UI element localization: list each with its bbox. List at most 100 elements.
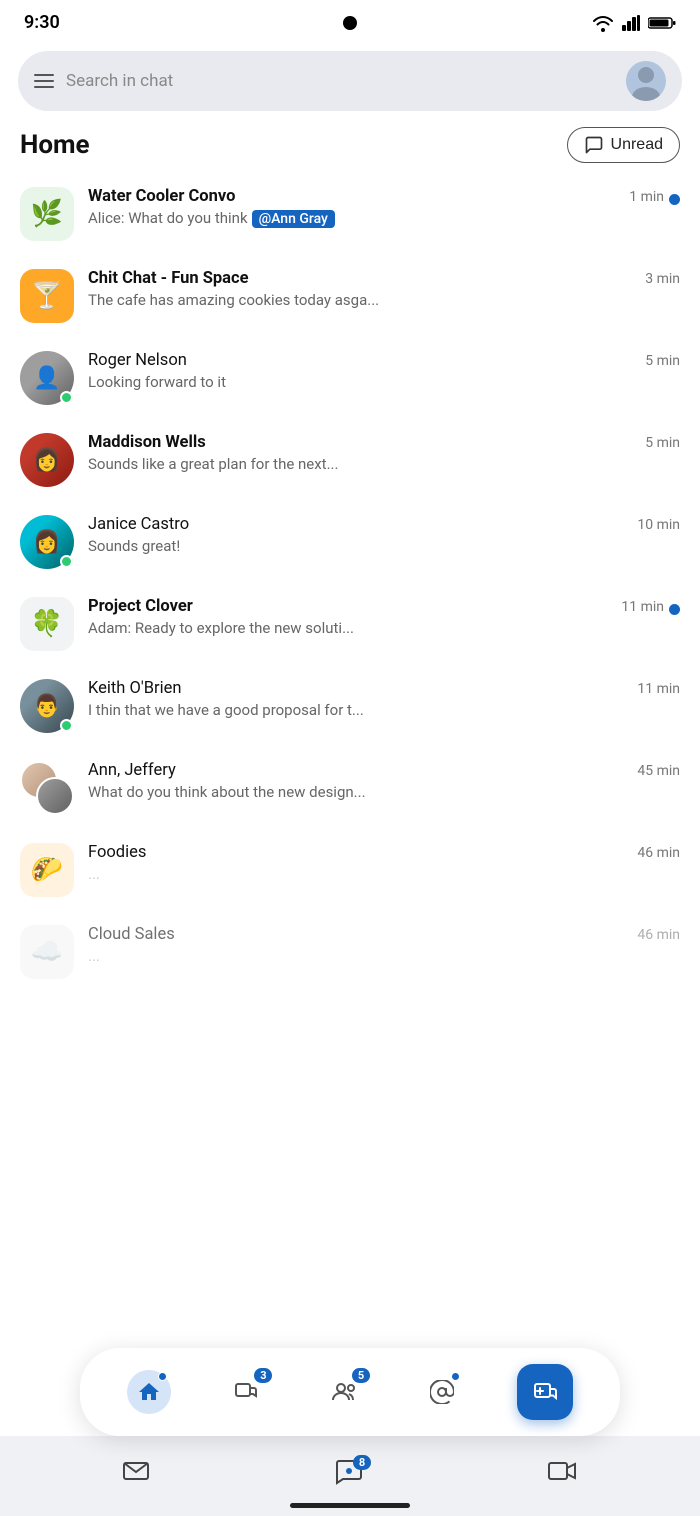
chat-time-project-clover: 11 min	[621, 599, 664, 615]
page-header: Home Unread	[0, 121, 700, 173]
chat-avatar-water-cooler: 🌿	[20, 187, 74, 241]
search-placeholder: Search in chat	[66, 71, 614, 91]
chat-avatar-janice: 👩	[20, 515, 74, 569]
chat-name-water-cooler: Water Cooler Convo	[88, 187, 235, 206]
chat-preview-foodies: ...	[88, 865, 680, 883]
chat-time-roger: 5 min	[645, 353, 680, 369]
nav-fab[interactable]	[505, 1358, 585, 1426]
chat-preview-ann-jeffery: What do you think about the new design..…	[88, 783, 680, 801]
user-avatar[interactable]	[626, 61, 666, 101]
chat-preview-project-clover: Adam: Ready to explore the new soluti...	[88, 619, 680, 637]
chat-content-roger: Roger Nelson 5 min Looking forward to it	[88, 351, 680, 391]
chat-time-ann-jeffery: 45 min	[637, 763, 680, 779]
chat-time-maddison: 5 min	[645, 435, 680, 451]
status-time: 9:30	[24, 12, 60, 33]
unread-chat-icon	[584, 135, 604, 155]
chat-item-janice[interactable]: 👩 Janice Castro 10 min Sounds great!	[0, 501, 700, 583]
chat-content-chit-chat: Chit Chat - Fun Space 3 min The cafe has…	[88, 269, 680, 309]
chat-list: 🌿 Water Cooler Convo 1 min Alice: What d…	[0, 173, 700, 993]
chat-item-keith[interactable]: 👨 Keith O'Brien 11 min I thin that we ha…	[0, 665, 700, 747]
chat-preview-maddison: Sounds like a great plan for the next...	[88, 455, 680, 473]
chat-item-foodies[interactable]: 🌮 Foodies 46 min ...	[0, 829, 700, 911]
mentions-nav-dot	[451, 1372, 460, 1381]
battery-icon	[648, 16, 676, 30]
online-dot-roger	[60, 391, 73, 404]
home-icon	[137, 1380, 161, 1404]
search-bar-container: Search in chat	[0, 41, 700, 121]
chat-item-cloud-sales[interactable]: ☁️ Cloud Sales 46 min ...	[0, 911, 700, 993]
chat-content-keith: Keith O'Brien 11 min I thin that we have…	[88, 679, 680, 719]
chat-time-cloud-sales: 46 min	[637, 927, 680, 943]
chat-name-project-clover: Project Clover	[88, 597, 193, 616]
chat-content-janice: Janice Castro 10 min Sounds great!	[88, 515, 680, 555]
chat-content-ann-jeffery: Ann, Jeffery 45 min What do you think ab…	[88, 761, 680, 801]
nav-item-mentions[interactable]	[408, 1364, 476, 1420]
new-chat-icon	[532, 1379, 558, 1405]
bottom-bar-mail[interactable]	[122, 1459, 150, 1483]
chat-preview-cloud-sales: ...	[88, 947, 680, 965]
chat-time-water-cooler: 1 min	[629, 189, 664, 205]
hamburger-icon[interactable]	[34, 74, 54, 88]
mail-icon	[122, 1459, 150, 1483]
video-icon	[548, 1460, 578, 1482]
chat-preview-keith: I thin that we have a good proposal for …	[88, 701, 680, 719]
online-dot-janice	[60, 555, 73, 568]
unread-button[interactable]: Unread	[567, 127, 680, 163]
unread-dot-water-cooler	[669, 194, 680, 205]
chat-content-water-cooler: Water Cooler Convo 1 min Alice: What do …	[88, 187, 680, 228]
bottom-bar-video[interactable]	[548, 1460, 578, 1482]
chat-name-janice: Janice Castro	[88, 515, 189, 534]
home-indicator	[290, 1503, 410, 1508]
chat-content-cloud-sales: Cloud Sales 46 min ...	[88, 925, 680, 965]
signal-icon	[622, 15, 640, 31]
chat-content-maddison: Maddison Wells 5 min Sounds like a great…	[88, 433, 680, 473]
camera-dot	[343, 16, 357, 30]
teams-nav-badge: 5	[352, 1368, 370, 1383]
chat-name-ann-jeffery: Ann, Jeffery	[88, 761, 176, 780]
status-bar: 9:30	[0, 0, 700, 41]
float-nav: 3 5	[80, 1348, 620, 1436]
bottom-bar-chat[interactable]: 8	[335, 1457, 363, 1485]
wifi-icon	[592, 14, 614, 32]
unread-label: Unread	[611, 136, 663, 154]
chat-preview-janice: Sounds great!	[88, 537, 680, 555]
chat-avatar-chit-chat: 🍸	[20, 269, 74, 323]
chat-avatar-maddison: 👩	[20, 433, 74, 487]
chat-preview-roger: Looking forward to it	[88, 373, 680, 391]
chat-item-project-clover[interactable]: 🍀 Project Clover 11 min Adam: Ready to e…	[0, 583, 700, 665]
chat-item-ann-jeffery[interactable]: Ann, Jeffery 45 min What do you think ab…	[0, 747, 700, 829]
chat-nav-icon	[234, 1380, 258, 1404]
chat-name-keith: Keith O'Brien	[88, 679, 181, 698]
chat-avatar-foodies: 🌮	[20, 843, 74, 897]
chat-content-project-clover: Project Clover 11 min Adam: Ready to exp…	[88, 597, 680, 637]
chat-item-water-cooler[interactable]: 🌿 Water Cooler Convo 1 min Alice: What d…	[0, 173, 700, 255]
bottom-bar: 8	[0, 1436, 700, 1516]
chat-time-keith: 11 min	[637, 681, 680, 697]
status-icons	[592, 14, 676, 32]
chat-preview-water-cooler: Alice: What do you think@Ann Gray	[88, 209, 680, 228]
chat-preview-chit-chat: The cafe has amazing cookies today asga.…	[88, 291, 680, 309]
nav-item-home[interactable]	[115, 1364, 183, 1420]
online-dot-keith	[60, 719, 73, 732]
chat-item-roger[interactable]: 👤 Roger Nelson 5 min Looking forward to …	[0, 337, 700, 419]
home-nav-dot	[158, 1372, 167, 1381]
page-title: Home	[20, 130, 90, 160]
chat-avatar-keith: 👨	[20, 679, 74, 733]
chat-name-cloud-sales: Cloud Sales	[88, 925, 175, 944]
unread-dot-project-clover	[669, 604, 680, 615]
chat-content-foodies: Foodies 46 min ...	[88, 843, 680, 883]
chat-item-chit-chat[interactable]: 🍸 Chit Chat - Fun Space 3 min The cafe h…	[0, 255, 700, 337]
nav-item-chat[interactable]: 3	[212, 1364, 280, 1420]
chat-time-foodies: 46 min	[637, 845, 680, 861]
chat-name-foodies: Foodies	[88, 843, 146, 862]
chat-bottom-badge: 8	[353, 1455, 371, 1470]
chat-name-chit-chat: Chit Chat - Fun Space	[88, 269, 249, 288]
teams-icon	[331, 1380, 357, 1404]
search-bar[interactable]: Search in chat	[18, 51, 682, 111]
chat-time-chit-chat: 3 min	[645, 271, 680, 287]
chat-avatar-project-clover: 🍀	[20, 597, 74, 651]
chat-time-janice: 10 min	[637, 517, 680, 533]
chat-item-maddison[interactable]: 👩 Maddison Wells 5 min Sounds like a gre…	[0, 419, 700, 501]
chat-avatar-ann-jeffery	[20, 761, 74, 815]
nav-item-teams[interactable]: 5	[310, 1364, 378, 1420]
